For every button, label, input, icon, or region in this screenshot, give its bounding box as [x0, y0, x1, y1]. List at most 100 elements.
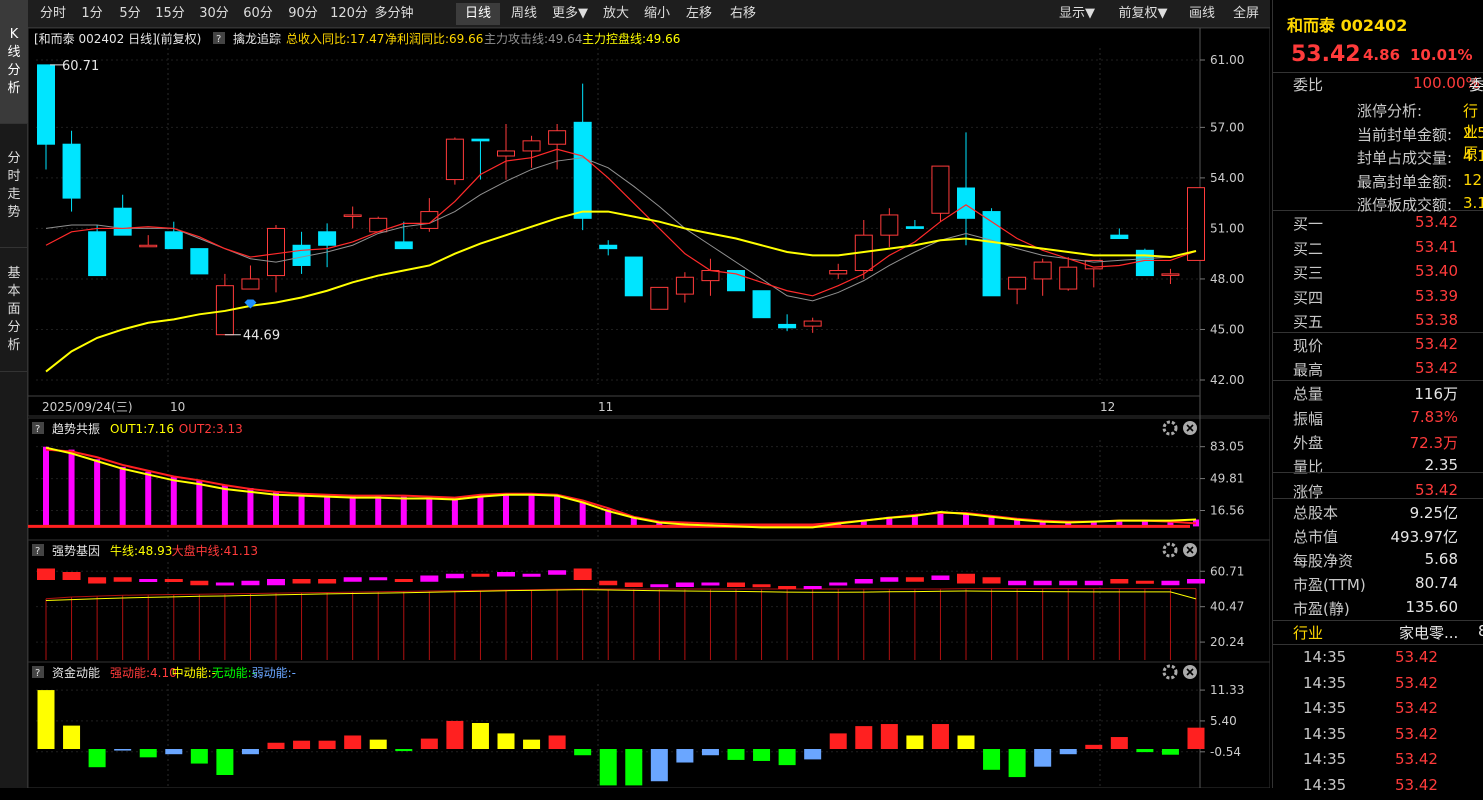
trend-bar	[349, 495, 356, 527]
candle[interactable]	[1059, 257, 1078, 291]
candle[interactable]	[62, 130, 81, 212]
candle[interactable]	[164, 221, 183, 250]
tick-row[interactable]: 14:35 53.42	[1273, 674, 1483, 698]
candle[interactable]	[573, 83, 592, 231]
candle[interactable]	[829, 263, 848, 279]
candle[interactable]	[497, 124, 515, 180]
toolbar-btn-13[interactable]: 缩小	[639, 3, 675, 25]
momentum-bar	[931, 724, 949, 749]
toolbar-btn-1[interactable]: 1分	[73, 3, 111, 25]
toolbar-btn-5[interactable]: 60分	[237, 3, 279, 25]
candle[interactable]	[318, 223, 337, 268]
candle[interactable]	[522, 135, 541, 168]
gene-bar	[1135, 580, 1154, 584]
sidebar-tab-0[interactable]: K线分析	[0, 0, 28, 124]
toolbar-right-btn-0[interactable]: 显示▼	[1050, 3, 1104, 25]
gene-bar	[982, 577, 1001, 584]
candle[interactable]	[1110, 228, 1129, 240]
candle[interactable]	[190, 248, 209, 275]
candle[interactable]	[471, 138, 490, 180]
panel3-help-icon[interactable]: ?	[35, 546, 40, 557]
momentum-bar	[293, 740, 311, 749]
candle[interactable]	[675, 272, 694, 303]
tick-row[interactable]: 14:35 53.42	[1273, 750, 1483, 774]
toolbar-btn-2[interactable]: 5分	[113, 3, 147, 25]
candle[interactable]	[37, 64, 55, 170]
main-help-icon[interactable]: ?	[216, 34, 221, 45]
trend-bar	[579, 500, 586, 527]
toolbar-btn-4[interactable]: 30分	[193, 3, 235, 25]
candle[interactable]	[1033, 258, 1052, 296]
industry-value[interactable]: 家电零...	[1399, 622, 1458, 643]
period-toolbar: 分时 1分 5分 15分 30分 60分 90分 120分 多分钟 日线 周线 更多▼ 放大 缩小 左移 右移…	[28, 0, 1270, 28]
sidebar-tab-1[interactable]: 分时走势	[0, 124, 28, 248]
candle[interactable]	[1008, 276, 1027, 305]
toolbar-btn-10[interactable]: 周线	[504, 3, 544, 25]
panel3-legend-1: 大盘中线:41.13	[172, 543, 258, 558]
candle[interactable]	[267, 225, 285, 293]
panel2-help-icon[interactable]: ?	[35, 424, 40, 435]
gene-bar	[1059, 580, 1078, 586]
candle[interactable]	[752, 290, 771, 319]
toolbar-btn-7[interactable]: 120分	[326, 3, 372, 25]
toolbar-btn-11[interactable]: 更多▼	[549, 3, 591, 25]
gene-bar	[1084, 580, 1103, 586]
toolbar-btn-6[interactable]: 90分	[282, 3, 324, 25]
candle[interactable]	[1161, 268, 1180, 284]
stat-value: 53.42	[1415, 481, 1458, 499]
momentum-bar	[241, 749, 259, 755]
toolbar-btn-9[interactable]: 日线	[456, 3, 500, 25]
candle[interactable]	[803, 317, 822, 333]
book-row[interactable]: 买五 53.38	[1273, 311, 1483, 335]
gene-bar	[1161, 580, 1180, 586]
candle[interactable]	[113, 194, 132, 236]
toolbar-right-btn-1[interactable]: 前复权▼	[1108, 3, 1178, 25]
sidebar-tab-2[interactable]: 基本面分析	[0, 248, 28, 372]
candle[interactable]	[241, 265, 260, 290]
x-axis-label: 10	[170, 400, 185, 414]
candle[interactable]	[445, 137, 464, 185]
candle[interactable]	[701, 258, 720, 296]
candle[interactable]	[343, 206, 362, 229]
chart-svg[interactable]: [和而泰 002402 日线] (前复权)? 擒龙追踪 总收入同比:17.47 净利润同…	[27, 27, 1271, 789]
tick-row[interactable]: 14:35 53.42	[1273, 725, 1483, 749]
momentum-bar	[216, 749, 234, 775]
toolbar-btn-8[interactable]: 多分钟	[373, 3, 415, 25]
book-row[interactable]: 买四 53.39	[1273, 287, 1483, 311]
gene-bar	[905, 577, 924, 582]
candle[interactable]	[880, 208, 899, 247]
toolbar-right-btn-2[interactable]: 画线	[1182, 3, 1222, 25]
candle[interactable]	[778, 314, 797, 332]
trend-bar	[196, 480, 203, 527]
toolbar-btn-15[interactable]: 右移	[723, 3, 763, 25]
candle[interactable]	[292, 231, 311, 274]
gear-icon[interactable]	[1162, 664, 1178, 680]
candle[interactable]	[139, 235, 158, 248]
gear-icon[interactable]	[1162, 420, 1178, 436]
gear-icon[interactable]	[1162, 542, 1178, 558]
book-row[interactable]: 买一 53.42	[1273, 213, 1483, 237]
tick-row[interactable]: 14:35 53.42	[1273, 648, 1483, 672]
candle[interactable]	[650, 286, 669, 310]
panel4-help-icon[interactable]: ?	[35, 668, 40, 679]
book-row[interactable]: 买二 53.41	[1273, 238, 1483, 262]
candle[interactable]	[624, 256, 643, 297]
candle[interactable]	[931, 165, 950, 222]
toolbar-btn-3[interactable]: 15分	[149, 3, 191, 25]
candle[interactable]	[599, 240, 618, 256]
y-tick-label: 61.00	[1210, 53, 1244, 67]
candle[interactable]	[88, 225, 107, 277]
candle[interactable]	[215, 273, 234, 336]
toolbar-right-btn-3[interactable]: 全屏	[1226, 3, 1266, 25]
stock-name-code: 和而泰 002402	[1287, 16, 1408, 35]
fund-label: 市盈(TTM)	[1293, 576, 1366, 594]
candle[interactable]	[420, 198, 439, 232]
book-row[interactable]: 买三 53.40	[1273, 262, 1483, 286]
toolbar-btn-0[interactable]: 分时	[34, 3, 72, 25]
candle[interactable]	[905, 220, 924, 229]
toolbar-btn-14[interactable]: 左移	[679, 3, 719, 25]
toolbar-btn-12[interactable]: 放大	[596, 3, 636, 25]
candle[interactable]	[1187, 187, 1205, 261]
tick-row[interactable]: 14:35 53.42	[1273, 699, 1483, 723]
x-axis-label: 12	[1100, 400, 1115, 414]
